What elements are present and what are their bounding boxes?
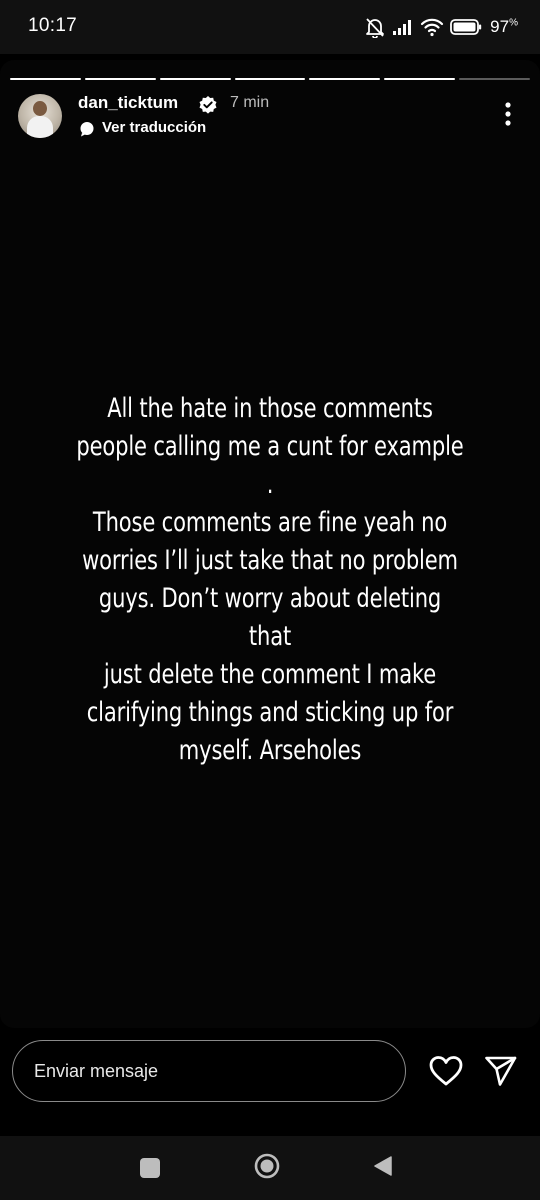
story-text: All the hate in those comments people ca… <box>76 393 464 766</box>
avatar[interactable] <box>18 94 62 138</box>
story-progress-segment <box>84 78 156 80</box>
story-progress-segment <box>10 78 81 80</box>
status-icons: 97% <box>364 14 518 40</box>
translate-icon[interactable] <box>79 121 95 142</box>
story-time-ago: 7 min <box>230 94 270 111</box>
instagram-story-screen: 10:17 97% dan_ticktum 7 min Ver traducci… <box>0 0 540 1200</box>
status-time: 10:17 <box>28 15 78 36</box>
system-navigation-bar <box>0 1136 540 1200</box>
battery-icon <box>450 18 482 36</box>
signal-icon <box>392 18 414 36</box>
story-progress-segment <box>309 78 381 80</box>
battery-percent: 97% <box>490 17 518 36</box>
story-progress-segment <box>459 78 531 80</box>
heart-icon[interactable] <box>428 1055 464 1092</box>
story-progress-segment <box>159 78 231 80</box>
translate-link[interactable]: Ver traducción <box>102 119 206 136</box>
send-icon[interactable] <box>484 1055 518 1092</box>
story-progress-bar <box>10 78 531 80</box>
back-icon[interactable] <box>373 1155 393 1182</box>
more-options-icon[interactable] <box>498 100 518 128</box>
story-username[interactable]: dan_ticktum <box>78 93 178 113</box>
verified-badge-icon <box>198 95 218 120</box>
story-card[interactable]: dan_ticktum 7 min Ver traducción All the… <box>0 60 540 1028</box>
bell-muted-icon <box>364 16 386 38</box>
send-message-input[interactable] <box>12 1040 406 1102</box>
home-icon[interactable] <box>254 1153 280 1179</box>
story-progress-segment <box>234 78 306 80</box>
wifi-icon <box>420 17 444 37</box>
story-progress-segment <box>384 78 456 80</box>
status-bar: 10:17 97% <box>0 0 540 54</box>
recent-apps-icon[interactable] <box>140 1158 160 1178</box>
